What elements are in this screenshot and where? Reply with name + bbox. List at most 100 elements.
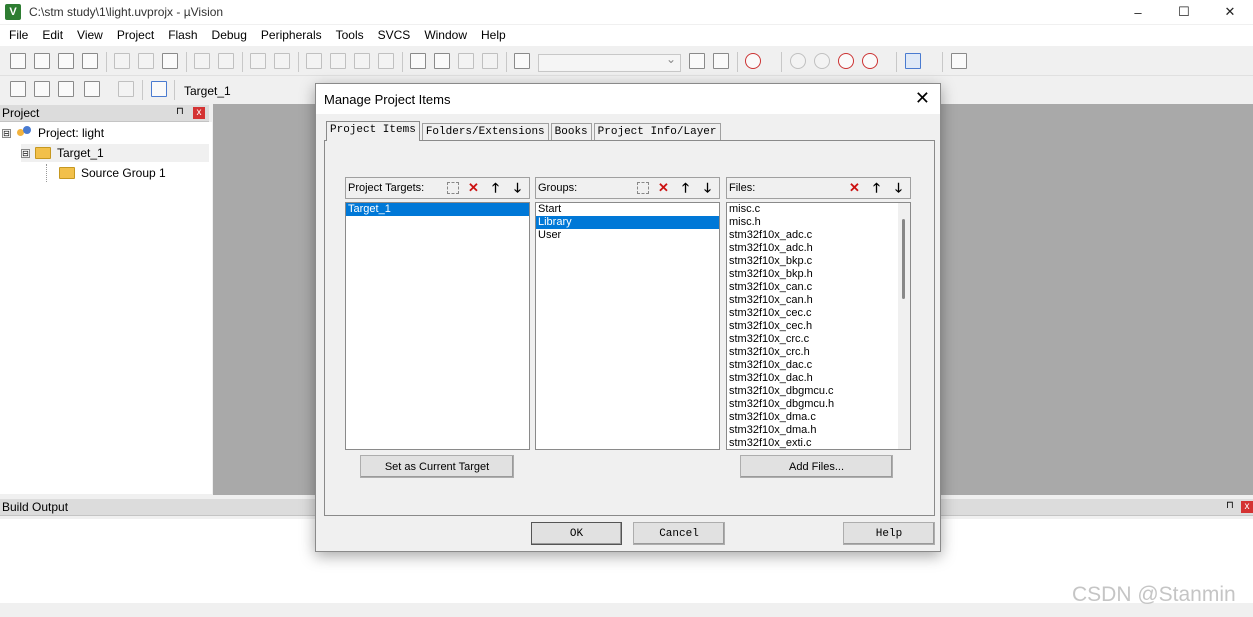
pin-icon[interactable]: ⊓ (1226, 500, 1234, 511)
list-item[interactable]: stm32f10x_dbgmcu.c (727, 385, 910, 398)
collapse-icon[interactable]: ⊟ (21, 148, 30, 158)
list-item[interactable]: stm32f10x_adc.c (727, 229, 910, 242)
dialog-close-icon[interactable]: ✕ (915, 88, 930, 109)
menu-edit[interactable]: Edit (35, 25, 70, 46)
move-down-icon[interactable]: 🡓 (509, 180, 526, 197)
indent-icon[interactable] (410, 53, 426, 69)
move-down-icon[interactable]: 🡓 (699, 180, 716, 197)
tab-books[interactable]: Books (550, 123, 592, 141)
breakpoint-disable-icon[interactable] (838, 53, 854, 69)
debug-session-icon[interactable] (745, 53, 761, 69)
list-item[interactable]: Library (536, 216, 719, 229)
menu-view[interactable]: View (70, 25, 110, 46)
list-item[interactable]: stm32f10x_bkp.h (727, 268, 910, 281)
navigate-back-icon[interactable] (250, 53, 266, 69)
files-scrollbar[interactable] (898, 203, 910, 449)
menu-help[interactable]: Help (474, 25, 513, 46)
paste-icon[interactable] (162, 53, 178, 69)
find-combobox[interactable] (538, 52, 681, 72)
pin-icon[interactable]: ⊓ (176, 106, 184, 117)
tree-item-project[interactable]: ⊟ Project: light (2, 124, 104, 142)
groups-list[interactable]: Start Library User (535, 202, 720, 450)
menu-file[interactable]: File (2, 25, 35, 46)
list-item[interactable]: stm32f10x_dma.h (727, 424, 910, 437)
navigate-forward-icon[interactable] (274, 53, 290, 69)
save-icon[interactable] (58, 53, 74, 69)
batch-build-icon[interactable] (84, 81, 100, 97)
new-target-icon[interactable] (447, 182, 459, 194)
tab-project-items[interactable]: Project Items (326, 121, 420, 141)
add-files-button[interactable]: Add Files... (740, 455, 893, 478)
open-folder-icon[interactable] (34, 53, 50, 69)
list-item[interactable]: stm32f10x_dma.c (727, 411, 910, 424)
list-item[interactable]: stm32f10x_can.c (727, 281, 910, 294)
horizontal-scrollbar[interactable] (0, 604, 1253, 617)
find-icon[interactable] (689, 53, 705, 69)
menu-window[interactable]: Window (417, 25, 474, 46)
bookmark-icon[interactable] (306, 53, 322, 69)
prev-bookmark-icon[interactable] (330, 53, 346, 69)
rebuild-icon[interactable] (58, 81, 74, 97)
close-panel-icon[interactable]: x (193, 107, 205, 119)
collapse-icon[interactable]: ⊟ (2, 128, 11, 138)
close-window-button[interactable]: ✕ (1207, 0, 1253, 24)
move-down-icon[interactable]: 🡓 (890, 180, 907, 197)
load-download-icon[interactable] (151, 81, 167, 97)
set-current-target-button[interactable]: Set as Current Target (360, 455, 514, 478)
target-selector[interactable]: Target_1 (184, 84, 231, 98)
scrollbar-thumb[interactable] (902, 219, 905, 299)
move-up-icon[interactable]: 🡑 (487, 180, 504, 197)
unindent-icon[interactable] (434, 53, 450, 69)
list-item[interactable]: Target_1 (346, 203, 529, 216)
delete-target-icon[interactable]: ✕ (465, 180, 482, 197)
menu-svcs[interactable]: SVCS (371, 25, 418, 46)
move-up-icon[interactable]: 🡑 (868, 180, 885, 197)
undo-icon[interactable] (194, 53, 210, 69)
list-item[interactable]: stm32f10x_cec.h (727, 320, 910, 333)
tab-project-info-layer[interactable]: Project Info/Layer (593, 123, 721, 141)
clear-bookmarks-icon[interactable] (378, 53, 394, 69)
configure-wrench-icon[interactable] (951, 53, 967, 69)
list-item[interactable]: stm32f10x_exti.c (727, 437, 910, 449)
list-item[interactable]: User (536, 229, 719, 242)
breakpoint-insert-icon[interactable] (790, 53, 806, 69)
menu-debug[interactable]: Debug (205, 25, 254, 46)
menu-tools[interactable]: Tools (329, 25, 371, 46)
new-group-icon[interactable] (637, 182, 649, 194)
list-item[interactable]: stm32f10x_can.h (727, 294, 910, 307)
ok-button[interactable]: OK (531, 522, 622, 545)
cut-icon[interactable] (114, 53, 130, 69)
tab-folders-extensions[interactable]: Folders/Extensions (421, 123, 549, 141)
delete-file-icon[interactable]: ✕ (846, 180, 863, 197)
new-file-icon[interactable] (10, 53, 26, 69)
close-panel-icon[interactable]: x (1241, 501, 1253, 513)
list-item[interactable]: Start (536, 203, 719, 216)
list-item[interactable]: stm32f10x_crc.c (727, 333, 910, 346)
menu-flash[interactable]: Flash (161, 25, 204, 46)
list-item[interactable]: stm32f10x_adc.h (727, 242, 910, 255)
redo-icon[interactable] (218, 53, 234, 69)
next-bookmark-icon[interactable] (354, 53, 370, 69)
help-button[interactable]: Help (843, 522, 935, 545)
list-item[interactable]: stm32f10x_bkp.c (727, 255, 910, 268)
list-item[interactable]: misc.c (727, 203, 910, 216)
tree-item-target[interactable]: ⊟ Target_1 (21, 144, 209, 162)
incremental-find-icon[interactable] (713, 53, 729, 69)
list-item[interactable]: misc.h (727, 216, 910, 229)
window-layout-icon[interactable] (905, 53, 921, 69)
comment-icon[interactable] (458, 53, 474, 69)
list-item[interactable]: stm32f10x_crc.h (727, 346, 910, 359)
tree-item-source-group[interactable]: Source Group 1 (46, 164, 166, 182)
uncomment-icon[interactable] (482, 53, 498, 69)
save-all-icon[interactable] (82, 53, 98, 69)
menu-peripherals[interactable]: Peripherals (254, 25, 329, 46)
maximize-button[interactable]: ☐ (1161, 0, 1207, 24)
breakpoint-enable-icon[interactable] (814, 53, 830, 69)
targets-list[interactable]: Target_1 (345, 202, 530, 450)
copy-icon[interactable] (138, 53, 154, 69)
translate-icon[interactable] (10, 81, 26, 97)
cancel-button[interactable]: Cancel (633, 522, 725, 545)
delete-group-icon[interactable]: ✕ (655, 180, 672, 197)
list-item[interactable]: stm32f10x_cec.c (727, 307, 910, 320)
menu-project[interactable]: Project (110, 25, 161, 46)
